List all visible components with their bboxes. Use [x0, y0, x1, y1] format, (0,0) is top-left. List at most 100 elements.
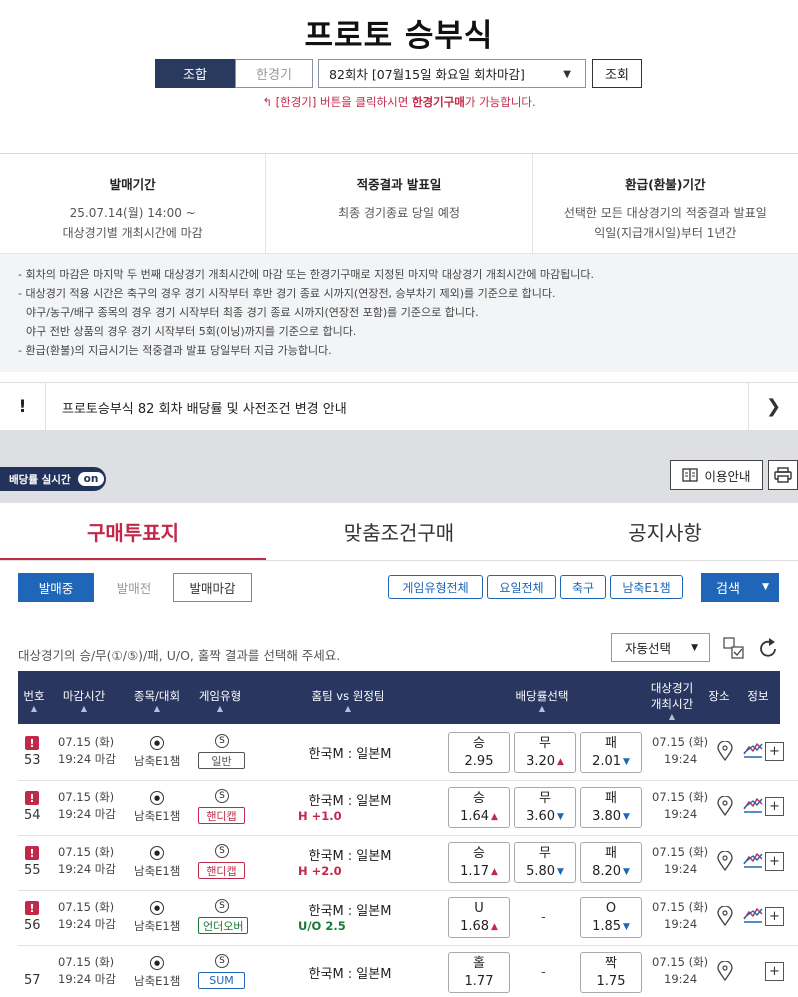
location-pin-icon[interactable]	[717, 906, 733, 926]
odds-button[interactable]: 패 3.80 ▼	[580, 787, 642, 828]
chart-icon[interactable]	[743, 796, 763, 814]
chip-league[interactable]: 남축E1챔	[610, 575, 683, 599]
location-pin-icon[interactable]	[717, 851, 733, 871]
header-odds[interactable]: 배당률선택 ▲	[492, 688, 592, 714]
odds-button[interactable]: 홀 1.77	[448, 952, 510, 993]
odds-button[interactable]: U 1.68 ▲	[448, 897, 510, 938]
odds-button[interactable]: 승 1.64 ▲	[448, 787, 510, 828]
search-button[interactable]: 검색 ▼	[701, 573, 779, 602]
deadline-date: 07.15 (화)	[58, 845, 115, 859]
odds-value-wrap: 1.68 ▲	[449, 918, 509, 936]
odds-down-icon: ▼	[623, 922, 630, 932]
deadline-time: 19:24 마감	[58, 807, 116, 821]
auto-select-dropdown[interactable]: 자동선택 ▼	[611, 633, 710, 662]
game-type-badge: SUM	[198, 972, 245, 989]
notice-text[interactable]: 프로토승부식 82 회차 배당률 및 사전조건 변경 안내	[62, 398, 347, 417]
checkbox-icon[interactable]	[723, 637, 744, 659]
sort-icon: ▲	[80, 704, 88, 713]
odds-label: U	[474, 901, 484, 916]
header-deadline[interactable]: 마감시간 ▲	[54, 688, 114, 714]
odds-label: 승	[473, 736, 485, 751]
single-game-tab-button[interactable]: 한경기	[235, 59, 313, 88]
warning-icon: !	[25, 736, 39, 750]
add-to-cart-button[interactable]: +	[765, 907, 784, 926]
sort-icon: ▲	[538, 704, 546, 713]
add-to-cart-button[interactable]: +	[765, 962, 784, 981]
s-game-icon: S	[215, 734, 229, 748]
notes-box: - 회차의 마감은 마지막 두 번째 대상경기 개최시간에 마감 또는 한경기구…	[0, 254, 798, 372]
notice-bar[interactable]: ! 프로토승부식 82 회차 배당률 및 사전조건 변경 안내 ❯	[0, 382, 798, 431]
soccer-ball-icon: ●	[150, 791, 164, 805]
tab-custom-purchase[interactable]: 맞춤조건구매	[266, 503, 532, 561]
odds-button[interactable]: 무 5.80 ▼	[514, 842, 576, 883]
odds-button[interactable]: 패 8.20 ▼	[580, 842, 642, 883]
note-line: 야구 전반 상품의 경우 경기 시작부터 5회(이닝)까지를 기준으로 합니다.	[26, 325, 357, 338]
odds-button[interactable]: 무 3.20 ▲	[514, 732, 576, 773]
match-teams[interactable]: 한국M : 일본M	[290, 963, 410, 982]
tab-ballot[interactable]: 구매투표지	[0, 503, 266, 561]
odds-button[interactable]: 무 3.60 ▼	[514, 787, 576, 828]
add-to-cart-button[interactable]: +	[765, 797, 784, 816]
game-type-badge: 핸디캡	[198, 807, 245, 824]
odds-value: 3.20	[526, 754, 556, 769]
odds-value: 1.85	[592, 919, 622, 934]
odds-label: 무	[539, 846, 551, 861]
location-pin-icon[interactable]	[717, 741, 733, 761]
header-type[interactable]: 게임유형 ▲	[190, 688, 250, 714]
tab-notices[interactable]: 공지사항	[532, 503, 798, 561]
caret-down-icon: ▼	[563, 69, 571, 80]
filter-closed-button[interactable]: 발매마감	[173, 573, 252, 602]
refresh-icon[interactable]	[759, 637, 779, 659]
start-date: 07.15 (화)	[652, 900, 709, 914]
odds-label: 홀	[473, 956, 485, 971]
chart-icon[interactable]	[743, 906, 763, 924]
warning-icon: !	[25, 791, 39, 805]
header-no[interactable]: 번호 ▲	[18, 688, 50, 714]
filter-on-sale-button[interactable]: 발매중	[18, 573, 94, 602]
tabs-divider	[0, 560, 798, 561]
start-time: 19:24	[664, 752, 698, 766]
query-button[interactable]: 조회	[592, 59, 642, 88]
header-start-time[interactable]: 대상경기 개최시간 ▲	[642, 680, 702, 722]
header-teams[interactable]: 홈팀 vs 원정팀 ▲	[288, 688, 408, 714]
add-to-cart-button[interactable]: +	[765, 852, 784, 871]
odds-button[interactable]: 승 1.17 ▲	[448, 842, 510, 883]
start-time: 19:24	[664, 917, 698, 931]
sort-icon: ▲	[668, 712, 676, 721]
match-teams[interactable]: 한국M : 일본M	[290, 900, 410, 919]
main-tabs: 구매투표지 맞춤조건구매 공지사항	[0, 503, 798, 561]
location-pin-icon[interactable]	[717, 961, 733, 981]
match-teams[interactable]: 한국M : 일본M	[290, 790, 410, 809]
odds-down-icon: ▼	[557, 812, 564, 822]
chart-icon[interactable]	[743, 741, 763, 759]
chip-soccer[interactable]: 축구	[560, 575, 606, 599]
handicap-value: U/O 2.5	[298, 919, 346, 933]
odds-label: O	[605, 901, 617, 916]
odds-button[interactable]: O 1.85 ▼	[580, 897, 642, 938]
round-select[interactable]: 82회차 [07월15일 화요일 회차마감] ▼	[318, 59, 586, 88]
print-button[interactable]	[768, 460, 798, 490]
odds-label: 무	[539, 791, 551, 806]
chart-icon[interactable]	[743, 851, 763, 869]
chevron-right-icon[interactable]: ❯	[748, 383, 798, 430]
page-title: 프로토 승부식	[304, 18, 494, 54]
odds-value-wrap: 8.20 ▼	[581, 863, 641, 881]
match-teams[interactable]: 한국M : 일본M	[290, 845, 410, 864]
usage-guide-button[interactable]: 이용안내	[670, 460, 763, 490]
filter-pre-sale-button[interactable]: 발매전	[97, 573, 171, 602]
add-to-cart-button[interactable]: +	[765, 742, 784, 761]
chip-all-days[interactable]: 요일전체	[487, 575, 556, 599]
odds-button[interactable]: 패 2.01 ▼	[580, 732, 642, 773]
odds-button[interactable]: 짝 1.75	[580, 952, 642, 993]
odds-button[interactable]: 승 2.95	[448, 732, 510, 773]
s-game-icon: S	[215, 789, 229, 803]
combo-tab-button[interactable]: 조합	[155, 59, 235, 88]
header-sport[interactable]: 종목/대회 ▲	[122, 688, 192, 714]
chip-all-game-types[interactable]: 게임유형전체	[388, 575, 483, 599]
league-name: 남축E1챔	[134, 919, 181, 933]
league-name: 남축E1챔	[134, 974, 181, 988]
location-pin-icon[interactable]	[717, 796, 733, 816]
match-teams[interactable]: 한국M : 일본M	[290, 743, 410, 762]
realtime-odds-toggle[interactable]: 배당률 실시간 on	[0, 467, 106, 491]
odds-value-wrap: 1.17 ▲	[449, 863, 509, 881]
